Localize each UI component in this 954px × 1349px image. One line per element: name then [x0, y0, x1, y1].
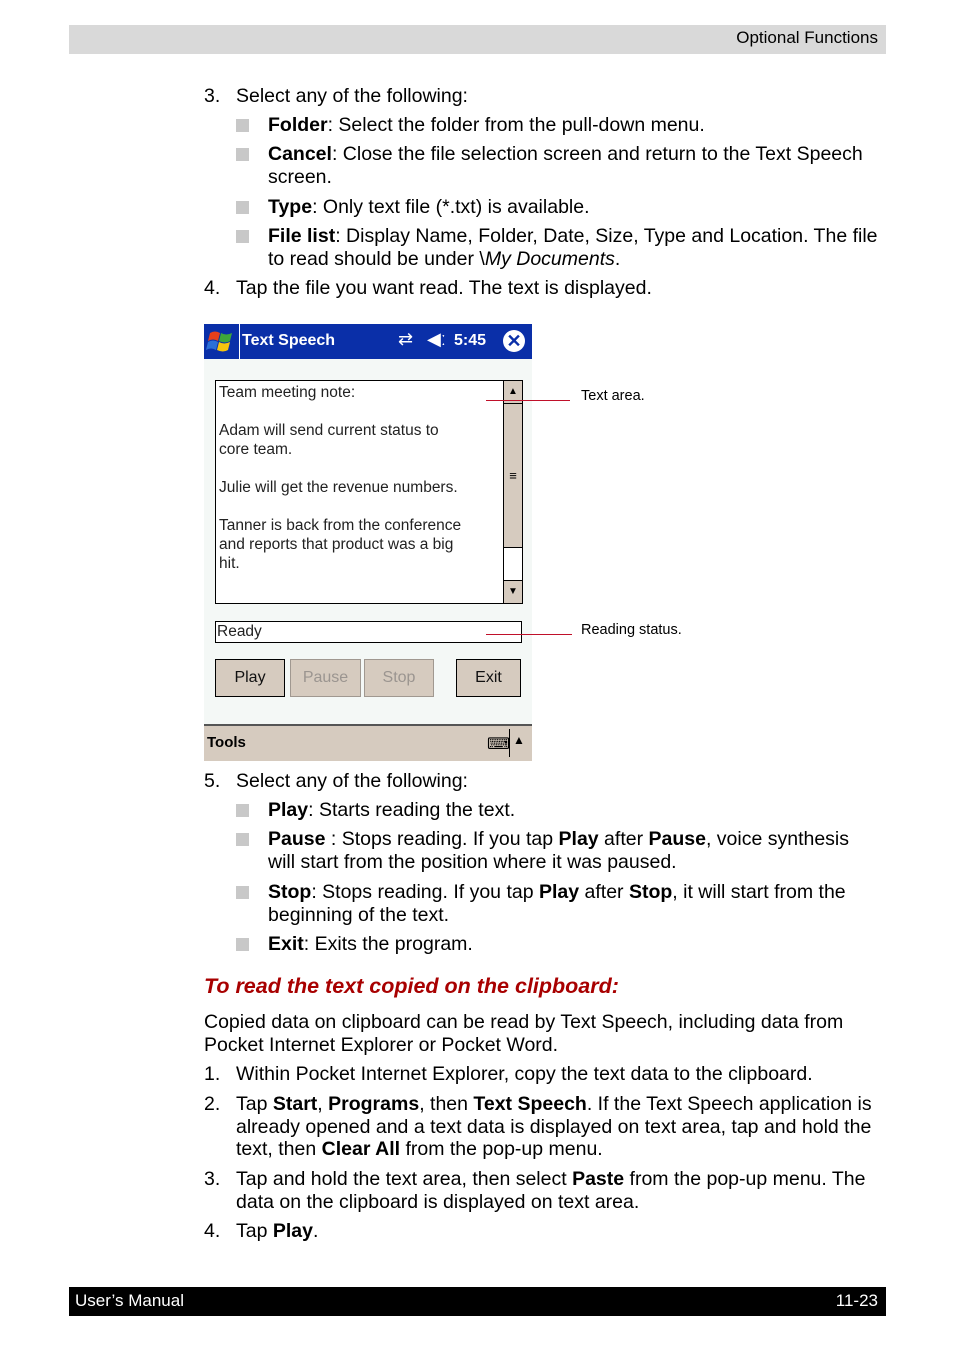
bullet-icon	[236, 230, 249, 243]
clock[interactable]: 5:45	[454, 332, 486, 350]
start-button[interactable]	[204, 324, 240, 359]
step-text: Within Pocket Internet Explorer, copy th…	[236, 1063, 813, 1085]
scrollbar[interactable]: ▲ ≡ ▼	[503, 381, 522, 603]
page-header: Optional Functions	[69, 25, 886, 54]
step-number: 3.	[204, 85, 221, 107]
step-text: Tap the file you want read. The text is …	[236, 277, 652, 299]
intro-paragraph: Copied data on clipboard can be read by …	[204, 1011, 844, 1056]
step-number: 4.	[204, 277, 221, 299]
input-panel-arrow-icon[interactable]: ▲	[513, 733, 525, 747]
reading-status-callout: Reading status.	[581, 622, 682, 638]
step-number: 1.	[204, 1063, 221, 1085]
callout-line	[486, 634, 572, 635]
text-speech-screenshot: Text Speech ⇄ ◀ː 5:45 ✕ Team meeting not…	[204, 324, 532, 761]
callout-line	[486, 400, 570, 401]
speaker-icon[interactable]: ◀ː	[427, 329, 446, 350]
bullet-icon	[236, 833, 249, 846]
title-bar: Text Speech ⇄ ◀ː 5:45 ✕	[204, 324, 532, 359]
windows-flag-icon	[206, 331, 232, 352]
step-number: 2.	[204, 1093, 221, 1115]
list-item: Play: Starts reading the text.	[268, 799, 516, 821]
play-button[interactable]: Play	[215, 659, 285, 697]
text-area[interactable]: Team meeting note: Adam will send curren…	[215, 380, 523, 604]
bullet-icon	[236, 804, 249, 817]
pause-button[interactable]: Pause	[290, 659, 361, 697]
page-footer: User’s Manual 11-23	[69, 1287, 886, 1316]
list-item: Cancel: Close the file selection screen …	[268, 143, 863, 188]
bullet-icon	[236, 119, 249, 132]
list-item: File list: Display Name, Folder, Date, S…	[268, 225, 878, 270]
list-item: Type: Only text file (*.txt) is availabl…	[268, 196, 590, 218]
step-number: 4.	[204, 1220, 221, 1242]
step-text: Tap Start, Programs, then Text Speech. I…	[236, 1093, 872, 1160]
bullet-icon	[236, 886, 249, 899]
step-text: Tap Play.	[236, 1220, 319, 1242]
manual-title: User’s Manual	[75, 1291, 184, 1310]
text-area-callout: Text area.	[581, 388, 645, 404]
divider	[509, 729, 510, 757]
section-title: Optional Functions	[736, 28, 878, 47]
connectivity-icon[interactable]: ⇄	[398, 329, 413, 350]
step-text: Tap and hold the text area, then select …	[236, 1168, 866, 1213]
stop-button[interactable]: Stop	[364, 659, 434, 697]
tools-menu[interactable]: Tools	[207, 734, 246, 751]
list-item: Stop: Stops reading. If you tap Play aft…	[268, 881, 846, 926]
step-text: Select any of the following:	[236, 770, 468, 792]
step-text: Select any of the following:	[236, 85, 468, 107]
app-title: Text Speech	[242, 332, 336, 349]
list-item: Folder: Select the folder from the pull-…	[268, 114, 705, 136]
scroll-track[interactable]	[504, 548, 522, 580]
scroll-thumb[interactable]: ≡	[504, 404, 522, 548]
section-heading: To read the text copied on the clipboard…	[204, 974, 619, 998]
close-icon[interactable]: ✕	[503, 330, 525, 352]
bullet-icon	[236, 201, 249, 214]
bullet-icon	[236, 938, 249, 951]
bullet-icon	[236, 148, 249, 161]
keyboard-icon[interactable]: ⌨	[487, 734, 510, 754]
exit-button[interactable]: Exit	[456, 659, 521, 697]
scroll-down-icon[interactable]: ▼	[504, 580, 522, 603]
step-number: 5.	[204, 770, 221, 792]
reading-status: Ready	[215, 621, 522, 643]
list-item: Exit: Exits the program.	[268, 933, 473, 955]
list-item: Pause : Stops reading. If you tap Play a…	[268, 828, 850, 873]
step-number: 3.	[204, 1168, 221, 1190]
text-area-content: Team meeting note: Adam will send curren…	[219, 384, 462, 572]
command-bar: Tools ⌨ ▲	[204, 724, 532, 761]
page-number: 11-23	[835, 1291, 878, 1310]
